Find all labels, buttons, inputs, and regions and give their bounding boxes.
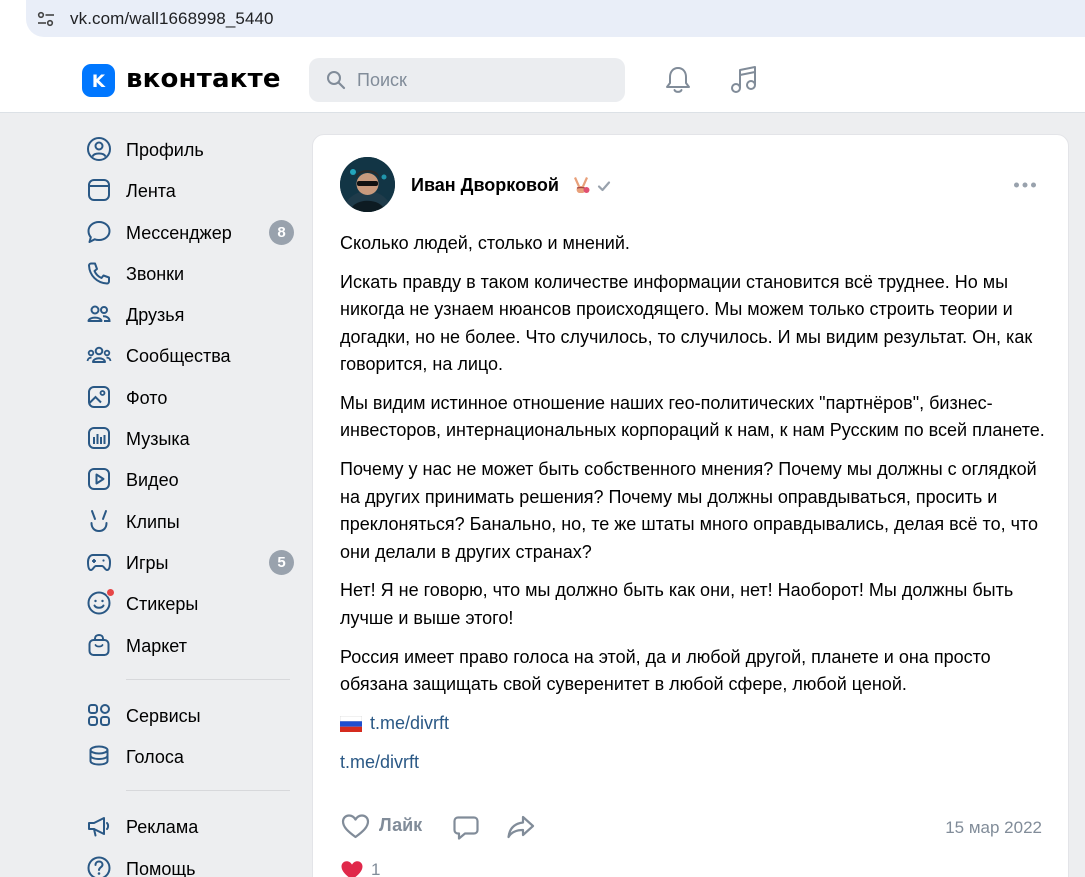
sidebar-divider [126, 678, 290, 680]
sidebar-item-label: Сервисы [126, 705, 201, 726]
author-name[interactable]: Иван Дворковой [411, 175, 559, 196]
telegram-link-line: t.me/divrft [340, 749, 1045, 776]
games-count-badge: 5 [269, 549, 294, 575]
address-bar[interactable]: vk.com/wall1668998_5440 [26, 0, 1085, 37]
author-avatar[interactable] [340, 157, 395, 212]
sidebar-item-label: Звонки [126, 263, 185, 284]
top-header: K вконтакте [0, 45, 1085, 113]
sidebar-item-feed[interactable]: Лента [80, 169, 300, 210]
victory-hand-emoji-icon [574, 177, 590, 193]
feed-icon [88, 179, 110, 202]
post-text: Сколько людей, столько и мнений. Искать … [340, 230, 1045, 788]
coins-icon [89, 745, 109, 766]
post-paragraph: Искать правду в таком количестве информа… [340, 271, 1033, 375]
photo-icon [88, 385, 110, 408]
sidebar-item-music[interactable]: Музыка [80, 417, 300, 458]
friends-icon [87, 305, 111, 323]
sidebar-item-label: Стикеры [126, 594, 199, 615]
video-icon [88, 468, 110, 491]
sidebar-item-label: Друзья [126, 305, 185, 326]
verified-check-icon [597, 181, 611, 192]
post-paragraph: Сколько людей, столько и мнений. [340, 233, 630, 253]
sidebar-item-votes[interactable]: Голоса [80, 735, 300, 776]
sidebar-item-label: Голоса [126, 747, 184, 768]
sidebar-item-communities[interactable]: Сообщества [80, 334, 300, 375]
help-icon [87, 856, 111, 877]
new-indicator-dot [106, 588, 115, 598]
more-options-icon[interactable] [1013, 181, 1037, 189]
red-heart-reaction-icon [341, 861, 363, 877]
like-button[interactable]: Лайк [379, 815, 422, 836]
post-paragraph: Мы видим истинное отношение наших гео-по… [340, 393, 1045, 441]
sidebar-item-games[interactable]: Игры 5 [80, 541, 300, 582]
sidebar-item-label: Игры [126, 552, 169, 573]
sidebar-item-video[interactable]: Видео [80, 458, 300, 499]
search-input[interactable] [357, 68, 607, 92]
sidebar-item-label: Мессенджер [126, 222, 232, 243]
reaction-count: 1 [371, 860, 381, 877]
telegram-link-with-flag: t.me/divrft [340, 710, 1045, 737]
sidebar-item-calls[interactable]: Звонки [80, 252, 300, 293]
sidebar-item-label: Помощь [126, 858, 196, 877]
clips-icon [90, 509, 108, 532]
url-text[interactable]: vk.com/wall1668998_5440 [70, 9, 274, 29]
svg-text:K: K [92, 72, 106, 92]
sidebar-item-label: Фото [126, 387, 168, 408]
vk-logo-icon[interactable]: K [82, 64, 115, 97]
megaphone-icon [88, 817, 110, 837]
logo-text[interactable]: вконтакте [126, 64, 281, 94]
wall-post: Иван Дворковой Сколько людей, столько и … [312, 134, 1069, 877]
sidebar-item-help[interactable]: Помощь [80, 847, 300, 877]
search-box[interactable] [309, 58, 625, 102]
heart-outline-icon[interactable] [341, 813, 370, 839]
sidebar-item-messenger[interactable]: Мессенджер 8 [80, 211, 300, 252]
search-icon [327, 71, 346, 90]
sidebar-item-market[interactable]: Маркет [80, 624, 300, 665]
russia-flag-icon [340, 715, 362, 732]
browser-toolbar: vk.com/wall1668998_5440 [0, 0, 1085, 45]
telegram-link[interactable]: t.me/divrft [340, 752, 419, 772]
music-bars-icon [88, 427, 110, 450]
site-settings-icon[interactable] [36, 9, 56, 29]
bag-icon [88, 633, 110, 656]
sidebar-item-label: Профиль [126, 140, 204, 160]
sidebar-item-label: Клипы [126, 511, 180, 532]
sidebar-item-profile[interactable]: Профиль [80, 128, 300, 169]
sidebar-divider [126, 790, 290, 792]
unread-count-badge: 8 [269, 219, 294, 245]
telegram-link[interactable]: t.me/divrft [370, 710, 449, 737]
services-icon [88, 703, 110, 726]
phone-icon [88, 262, 110, 285]
communities-icon [86, 347, 112, 364]
comment-icon[interactable] [452, 815, 480, 841]
sidebar-item-ads[interactable]: Реклама [80, 805, 300, 846]
post-actions: Лайк 15 мар 2022 [341, 811, 1046, 841]
sidebar-item-stickers[interactable]: Стикеры [80, 582, 300, 623]
sidebar-item-label: Маркет [126, 635, 187, 656]
sidebar-item-label: Сообщества [126, 346, 231, 367]
post-paragraph: Нет! Я не говорю, что мы должно быть как… [340, 580, 1014, 628]
gamepad-icon [87, 553, 111, 571]
sidebar-item-label: Видео [126, 470, 179, 491]
post-paragraph: Россия имеет право голоса на этой, да и … [340, 646, 991, 695]
post-date[interactable]: 15 мар 2022 [945, 818, 1042, 838]
sidebar-item-photos[interactable]: Фото [80, 376, 300, 417]
sidebar-item-label: Лента [126, 181, 176, 202]
music-note-icon[interactable] [729, 65, 759, 95]
left-sidebar: Профиль Лента Мессенджер 8 Звонки Друзья… [80, 128, 300, 877]
sidebar-item-label: Реклама [126, 817, 199, 838]
post-paragraph: Почему у нас не может быть собственного … [340, 459, 1039, 562]
notifications-bell-icon[interactable] [664, 65, 692, 95]
sidebar-item-friends[interactable]: Друзья [80, 293, 300, 334]
user-circle-icon [87, 137, 111, 161]
sidebar-item-clips[interactable]: Клипы [80, 500, 300, 541]
sidebar-item-services[interactable]: Сервисы [80, 694, 300, 735]
message-icon [87, 220, 111, 243]
sidebar-item-label: Музыка [126, 429, 190, 450]
share-icon[interactable] [506, 814, 536, 840]
